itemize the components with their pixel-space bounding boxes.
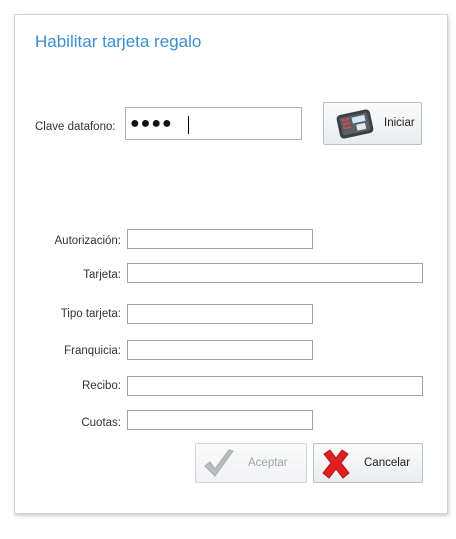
tarjeta-label: Tarjeta:	[83, 269, 121, 281]
card-terminal-icon	[332, 108, 378, 143]
accept-button[interactable]: Aceptar	[195, 443, 307, 483]
pin-label: Clave datafono:	[35, 121, 116, 133]
start-button-label: Iniciar	[384, 117, 415, 129]
checkmark-icon	[202, 448, 236, 483]
recibo-label: Recibo:	[82, 380, 121, 392]
gift-card-dialog: Habilitar tarjeta regalo Clave datafono:…	[14, 14, 448, 514]
franquicia-field[interactable]	[127, 340, 313, 360]
text-caret	[188, 116, 189, 134]
dialog-title: Habilitar tarjeta regalo	[35, 32, 202, 51]
franquicia-label: Franquicia:	[64, 345, 121, 357]
cancel-button-label: Cancelar	[364, 457, 411, 469]
start-button[interactable]: Iniciar	[323, 102, 422, 145]
red-x-icon	[320, 448, 352, 483]
cuotas-label: Cuotas:	[81, 417, 121, 429]
tarjeta-field[interactable]	[127, 263, 423, 283]
pin-masked-value: ●●●●	[130, 115, 173, 132]
autorizacion-field[interactable]	[127, 229, 313, 249]
autorizacion-label: Autorización:	[54, 235, 121, 247]
divider	[14, 515, 447, 516]
cuotas-field[interactable]	[127, 410, 313, 430]
tipo-tarjeta-label: Tipo tarjeta:	[60, 308, 121, 320]
accept-button-label: Aceptar	[248, 457, 288, 469]
cancel-button[interactable]: Cancelar	[313, 443, 423, 483]
tipo-tarjeta-field[interactable]	[127, 304, 313, 324]
pin-input[interactable]: ●●●●	[125, 107, 302, 140]
recibo-field[interactable]	[127, 376, 423, 396]
